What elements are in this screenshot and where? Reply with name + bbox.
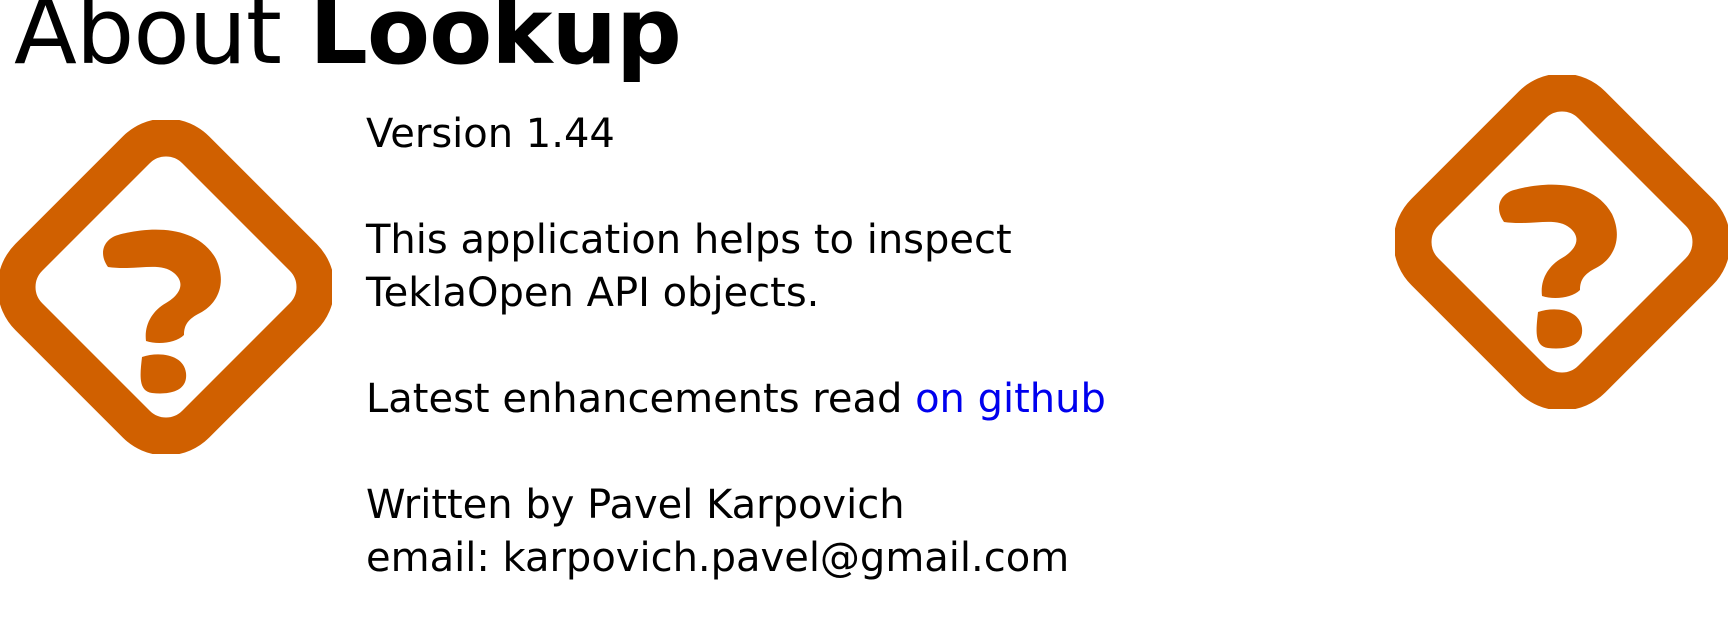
version-text: Version 1.44 bbox=[366, 111, 615, 157]
help-diamond-icon bbox=[1395, 75, 1728, 409]
title-app-name: Lookup bbox=[309, 0, 682, 85]
help-diamond-icon bbox=[0, 120, 332, 454]
description-text: This application helps to inspect TeklaO… bbox=[366, 217, 1012, 316]
github-link[interactable]: on github bbox=[915, 376, 1106, 422]
enhancements-paragraph: Latest enhancements read on github bbox=[366, 373, 1126, 426]
email-text: email: karpovich.pavel@gmail.com bbox=[366, 535, 1070, 581]
author-text: Written by Pavel Karpovich bbox=[366, 482, 905, 528]
page-title: About Lookup bbox=[14, 0, 682, 78]
title-prefix: About bbox=[14, 0, 282, 85]
about-content: Version 1.44 This application helps to i… bbox=[366, 108, 1126, 585]
enhancements-text: Latest enhancements read bbox=[366, 376, 916, 422]
